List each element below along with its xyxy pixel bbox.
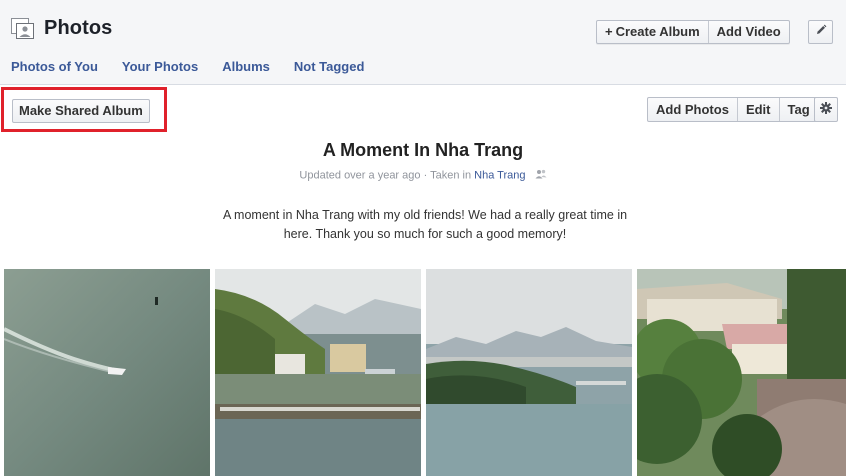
create-album-label: Create Album <box>615 24 700 39</box>
photo-thumbnail[interactable] <box>215 269 421 476</box>
page-header: Photos + Create Album Add Video Photos of… <box>0 0 846 85</box>
photo-thumbnail[interactable] <box>637 269 846 476</box>
highlight-box: Make Shared Album <box>1 87 167 132</box>
create-album-button[interactable]: + Create Album <box>597 21 708 43</box>
edit-album-button[interactable]: Edit <box>736 98 779 121</box>
subnav-photos-of-you[interactable]: Photos of You <box>11 59 98 74</box>
edit-profile-button[interactable] <box>808 20 833 44</box>
subnav-albums[interactable]: Albums <box>222 59 270 74</box>
add-photos-button[interactable]: Add Photos <box>648 98 737 121</box>
pencil-icon <box>815 23 827 41</box>
photos-subnav: Photos of You Your Photos Albums Not Tag… <box>11 59 388 74</box>
photo-thumbnail[interactable] <box>426 269 632 476</box>
people-icon <box>535 169 547 182</box>
album-settings-button[interactable] <box>814 97 838 122</box>
album-description: A moment in Nha Trang with my old friend… <box>222 208 628 241</box>
album-updated: Updated over a year ago <box>299 169 421 182</box>
plus-icon: + <box>605 24 613 39</box>
add-video-button[interactable]: Add Video <box>707 21 789 43</box>
album-actions-group: Add Photos Edit Tag <box>647 97 819 122</box>
gear-icon <box>820 101 832 119</box>
photo-thumbnail[interactable] <box>4 269 210 476</box>
subnav-your-photos[interactable]: Your Photos <box>122 59 198 74</box>
album-location-link[interactable]: Nha Trang <box>474 169 525 181</box>
album-meta: Updated over a year ago · Taken in Nha T… <box>0 169 846 182</box>
top-actions-group: + Create Album Add Video <box>596 20 790 44</box>
album-taken-in: · Taken in <box>423 169 472 182</box>
page-title: Photos <box>44 17 113 39</box>
make-shared-album-button[interactable]: Make Shared Album <box>12 99 150 123</box>
tag-button[interactable]: Tag <box>778 98 818 121</box>
subnav-not-tagged[interactable]: Not Tagged <box>294 59 365 74</box>
album-title: A Moment In Nha Trang <box>322 140 524 160</box>
photos-icon <box>11 18 35 40</box>
